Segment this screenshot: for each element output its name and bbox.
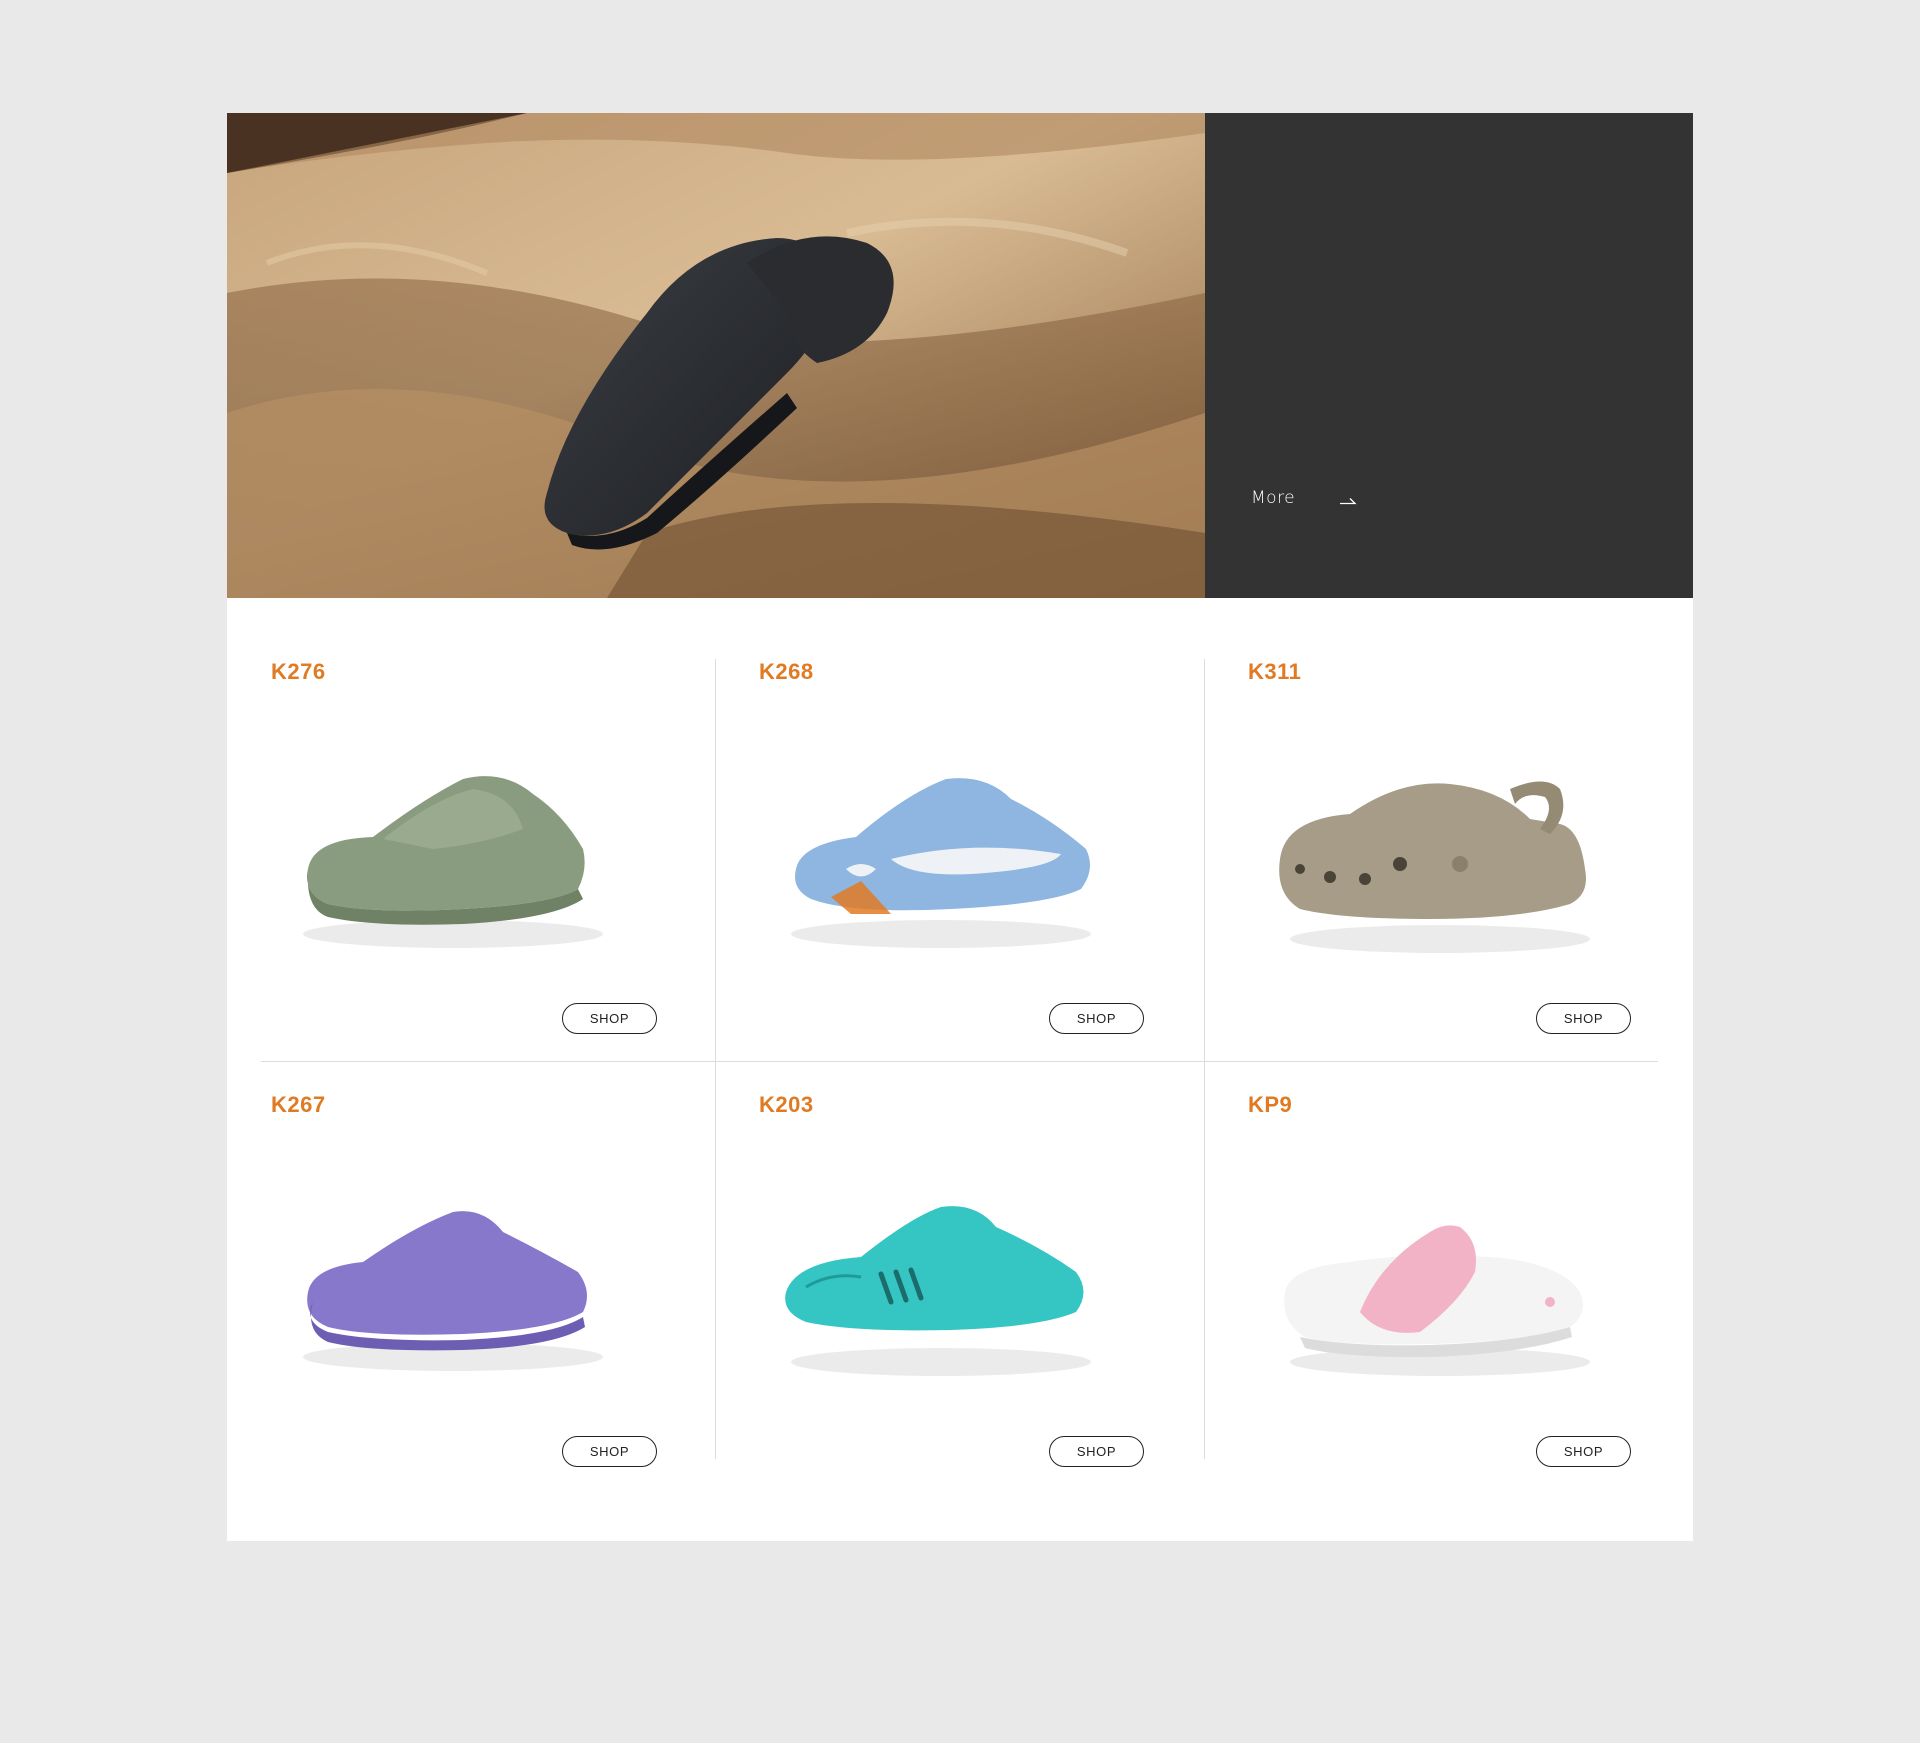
product-code: K276 — [271, 659, 326, 684]
product-code: K267 — [271, 1092, 326, 1117]
hero-image — [227, 113, 1205, 598]
teal-slide-sandal-image — [785, 1206, 1091, 1376]
shop-button[interactable]: SHOP — [562, 1436, 657, 1467]
product-card[interactable]: K276 SHOP — [261, 659, 749, 1059]
more-link[interactable]: More — [1251, 486, 1357, 509]
shop-button[interactable]: SHOP — [1049, 1436, 1144, 1467]
pink-white-slide-sandal-image — [1284, 1225, 1590, 1376]
product-code: K268 — [759, 659, 814, 684]
product-code: K203 — [759, 1092, 814, 1117]
purple-slide-sandal-image — [303, 1211, 603, 1371]
shop-button[interactable]: SHOP — [562, 1003, 657, 1034]
taupe-clog-image — [1279, 781, 1590, 953]
shop-button[interactable]: SHOP — [1049, 1003, 1144, 1034]
product-grid: K276 SHOP K268 SHOP K311 SHOP K267 SHOP … — [261, 659, 1658, 1467]
product-card[interactable]: K311 SHOP — [1238, 659, 1726, 1059]
product-code: KP9 — [1248, 1092, 1293, 1117]
hero-banner: More — [227, 113, 1693, 598]
shop-button[interactable]: SHOP — [1536, 1003, 1631, 1034]
product-card[interactable]: K268 SHOP — [749, 659, 1237, 1059]
product-card[interactable]: K267 SHOP — [261, 1092, 749, 1492]
green-slide-sandal-image — [303, 776, 603, 948]
product-card[interactable]: KP9 SHOP — [1238, 1092, 1726, 1492]
shop-button[interactable]: SHOP — [1536, 1436, 1631, 1467]
more-label: More — [1251, 487, 1296, 508]
product-code: K311 — [1248, 659, 1302, 684]
hero-panel: More — [1205, 113, 1693, 598]
content-card: More K276 SHOP K268 SHOP K311 SHOP K267 … — [227, 113, 1693, 1541]
blue-slide-sandal-image — [791, 778, 1091, 948]
slide-sandal-on-rock-image — [227, 113, 1205, 598]
arrow-right-icon — [1339, 490, 1357, 509]
product-card[interactable]: K203 SHOP — [749, 1092, 1237, 1492]
grid-divider — [261, 1061, 1658, 1062]
